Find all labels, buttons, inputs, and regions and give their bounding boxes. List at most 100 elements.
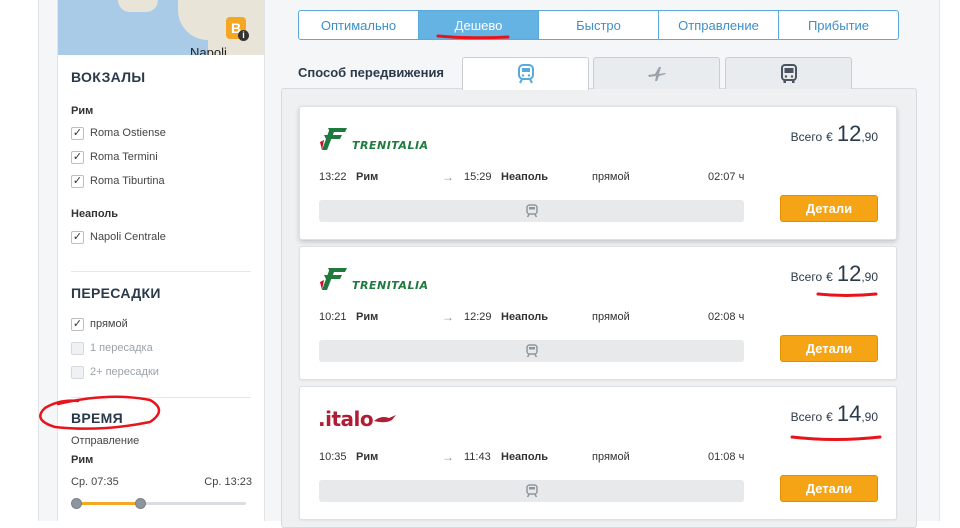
trenitalia-logo-mark: [320, 268, 347, 290]
carrier-name: .italo: [318, 407, 374, 431]
price-currency: €: [826, 410, 833, 424]
transfer-filter-two-plus[interactable]: 2+ пересадки: [71, 364, 159, 380]
route-map[interactable]: B i Napoli: [58, 0, 264, 55]
sort-tab-departure[interactable]: Отправление: [659, 11, 779, 39]
carrier-name: TRENITALIA: [352, 138, 429, 152]
station-label: Napoli Centrale: [90, 231, 166, 243]
checkbox-checked[interactable]: ✓: [71, 317, 84, 331]
price-label: Всего: [790, 130, 823, 144]
connection-type: прямой: [592, 451, 630, 463]
route-info: 10:21 Рим → 12:29 Неаполь прямой: [319, 310, 749, 327]
station-filter-roma-ostiense[interactable]: ✓ Roma Ostiense: [71, 125, 166, 141]
sort-tab-arrival[interactable]: Прибытие: [779, 11, 898, 39]
station-label: Roma Termini: [90, 151, 158, 163]
plane-icon: [647, 66, 666, 81]
stations-heading: ВОКЗАЛЫ: [71, 69, 146, 85]
sort-tab-fastest[interactable]: Быстро: [539, 11, 659, 39]
sort-tab-optimal[interactable]: Оптимально: [299, 11, 419, 39]
train-icon: [517, 64, 534, 84]
arrow-right-icon: →: [442, 450, 454, 464]
amenity-bar: [319, 340, 744, 362]
time-city-label: Рим: [71, 454, 94, 466]
price-label: Всего: [790, 410, 823, 424]
price: Всего € 12 ,90: [791, 261, 878, 287]
route-info: 10:35 Рим → 11:43 Неаполь прямой: [319, 450, 749, 467]
arrival-time: 11:43: [464, 451, 491, 463]
result-card[interactable]: .italo Всего € 14 ,90 10:35 Рим → 11:43 …: [299, 386, 897, 520]
price-integer: 12: [836, 121, 862, 146]
amenity-bar: [319, 480, 744, 502]
sort-tabs: Оптимально Дешево Быстро Отправление При…: [298, 10, 899, 40]
price-currency: €: [826, 270, 833, 284]
italo-hare-icon: [374, 415, 397, 423]
transfer-filter-one[interactable]: 1 пересадка: [71, 340, 153, 356]
price: Всего € 14 ,90: [791, 401, 878, 427]
station-label: Roma Ostiense: [90, 127, 166, 139]
trip-duration: 02:07 ч: [708, 171, 745, 183]
station-filter-roma-termini[interactable]: ✓ Roma Termini: [71, 149, 158, 165]
departure-time: 10:21: [319, 311, 347, 323]
mode-tab-plane[interactable]: [593, 57, 720, 89]
section-divider: [71, 271, 251, 272]
connection-type: прямой: [592, 171, 630, 183]
checkbox-unchecked[interactable]: [71, 341, 84, 355]
carrier-name: TRENITALIA: [352, 278, 429, 292]
checkbox-checked[interactable]: ✓: [71, 150, 84, 164]
station-group-city: Рим: [71, 105, 94, 117]
details-button[interactable]: Детали: [780, 475, 878, 502]
section-divider: [71, 397, 251, 398]
departure-city: Рим: [356, 171, 379, 183]
mode-tab-train[interactable]: [462, 57, 589, 90]
transfers-heading: ПЕРЕСАДКИ: [71, 285, 161, 301]
price-decimal: ,90: [861, 130, 878, 144]
departure-time: 10:35: [319, 451, 347, 463]
arrival-city: Неаполь: [501, 451, 549, 463]
transfer-label: 1 пересадка: [90, 342, 153, 354]
details-button[interactable]: Детали: [780, 195, 878, 222]
price-currency: €: [826, 130, 833, 144]
price-decimal: ,90: [861, 410, 878, 424]
time-departure-label: Отправление: [71, 435, 140, 447]
trenitalia-logo: TRENITALIA: [318, 125, 429, 153]
train-icon: [525, 204, 538, 218]
arrival-city: Неаполь: [501, 311, 549, 323]
checkbox-checked[interactable]: ✓: [71, 126, 84, 140]
trenitalia-logo: TRENITALIA: [318, 265, 429, 293]
departure-city: Рим: [356, 451, 379, 463]
mode-tab-bus[interactable]: [725, 57, 852, 89]
result-card[interactable]: TRENITALIA Всего € 12 ,90 13:22 Рим → 15…: [299, 106, 897, 240]
time-heading: ВРЕМЯ: [71, 410, 124, 426]
transfer-label: 2+ пересадки: [90, 366, 159, 378]
price: Всего € 12 ,90: [791, 121, 878, 147]
route-info: 13:22 Рим → 15:29 Неаполь прямой: [319, 170, 749, 187]
checkbox-checked[interactable]: ✓: [71, 174, 84, 188]
transfer-filter-direct[interactable]: ✓ прямой: [71, 316, 128, 332]
price-label: Всего: [790, 270, 823, 284]
slider-handle-end[interactable]: [135, 498, 146, 509]
arrow-right-icon: →: [442, 310, 454, 324]
filters-sidebar: B i Napoli ВОКЗАЛЫ Рим ✓ Roma Ostiense ✓ R…: [57, 0, 265, 521]
price-decimal: ,90: [861, 270, 878, 284]
arrival-time: 12:29: [464, 311, 492, 323]
connection-type: прямой: [592, 311, 630, 323]
checkbox-unchecked[interactable]: [71, 365, 84, 379]
departure-time: 13:22: [319, 171, 347, 183]
time-range-from: Ср. 07:35: [71, 476, 119, 488]
slider-selected-range: [76, 502, 140, 505]
slider-handle-start[interactable]: [71, 498, 82, 509]
departure-time-slider[interactable]: [71, 498, 246, 509]
info-icon[interactable]: i: [238, 30, 249, 41]
transport-mode-label: Способ передвижения: [298, 65, 445, 80]
station-group-city: Неаполь: [71, 208, 119, 220]
sort-tab-cheapest[interactable]: Дешево: [419, 11, 539, 39]
checkbox-checked[interactable]: ✓: [71, 230, 84, 244]
map-city-label: Napoli: [190, 45, 227, 55]
station-filter-napoli-centrale[interactable]: ✓ Napoli Centrale: [71, 229, 166, 245]
time-range-labels: Ср. 07:35 Ср. 13:23: [71, 476, 252, 488]
arrival-time: 15:29: [464, 171, 492, 183]
details-button[interactable]: Детали: [780, 335, 878, 362]
station-filter-roma-tiburtina[interactable]: ✓ Roma Tiburtina: [71, 173, 165, 189]
train-icon: [525, 344, 538, 358]
result-card[interactable]: TRENITALIA Всего € 12 ,90 10:21 Рим → 12…: [299, 246, 897, 380]
amenity-bar: [319, 200, 744, 222]
